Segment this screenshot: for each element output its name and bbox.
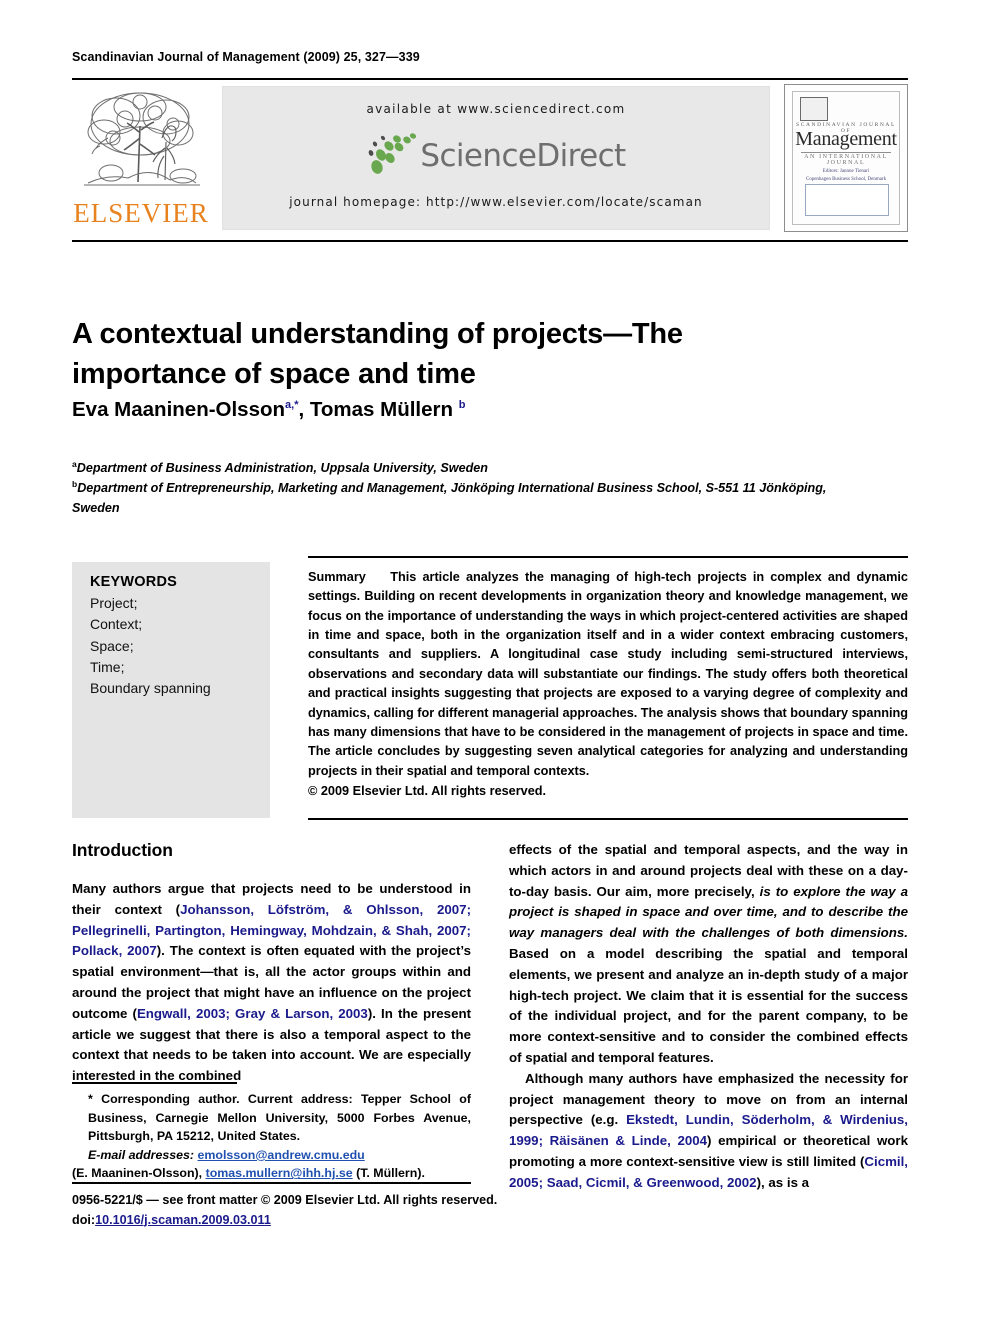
masthead-bottom-rule xyxy=(72,240,908,242)
sciencedirect-banner: available at www.sciencedirect.com Scien… xyxy=(222,86,770,230)
cover-rule xyxy=(801,152,891,153)
page-title: A contextual understanding of projects—T… xyxy=(72,318,683,390)
affiliation-text-a: Department of Business Administration, U… xyxy=(76,461,488,476)
keywords-box: KEYWORDS Project; Context; Space; Time; … xyxy=(72,562,270,818)
email-link-primary[interactable]: emolsson@andrew.cmu.edu xyxy=(198,1148,365,1162)
cover-editor-affiliation: Copenhagen Business School, Denmark xyxy=(805,176,887,182)
cover-editor-line: Editors: Jannne Tienari Copenhagen Busin… xyxy=(793,168,899,183)
section-heading-introduction: Introduction xyxy=(72,840,173,860)
abstract-bottom-rule xyxy=(308,818,908,820)
summary-label: Summary xyxy=(308,570,366,584)
doi-prefix: doi: xyxy=(72,1212,96,1227)
sciencedirect-logo: ScienceDirect xyxy=(223,133,769,183)
keyword-item: Context; xyxy=(90,616,143,633)
doi-line: doi:10.1016/j.scaman.2009.03.011 xyxy=(72,1211,512,1231)
email-addresses-label: E-mail addresses: xyxy=(88,1147,195,1162)
intro-paragraph-left: Many authors argue that projects need to… xyxy=(72,881,472,1084)
journal-homepage-text: journal homepage: http://www.elsevier.co… xyxy=(289,195,703,209)
email-addresses-line: E-mail addresses: emolsson@andrew.cmu.ed… xyxy=(72,1146,471,1165)
email-owner-2: (T. Müllern). xyxy=(356,1166,425,1181)
affiliation-a: aDepartment of Business Administration, … xyxy=(72,458,852,478)
author-list: Eva Maaninen-Olssona,*, Tomas Müllern b xyxy=(72,398,466,421)
footnote-block: * Corresponding author. Current address:… xyxy=(72,1090,471,1183)
footnote-rule xyxy=(72,1082,237,1084)
journal-cover-inner: SCANDINAVIAN JOURNAL OF Management AN IN… xyxy=(792,91,900,225)
cover-journal-name-large: Management xyxy=(795,128,897,150)
doi-link[interactable]: 10.1016/j.scaman.2009.03.011 xyxy=(95,1213,271,1227)
body-column-left: Introduction Many authors argue that pro… xyxy=(72,840,471,1087)
body-column-right: effects of the spatial and temporal aspe… xyxy=(509,840,908,1194)
masthead: ELSEVIER available at www.sciencedirect.… xyxy=(72,84,908,236)
imprint-rule xyxy=(72,1182,471,1184)
running-head: Scandinavian Journal of Management (2009… xyxy=(72,50,420,64)
keyword-item: Time; xyxy=(90,658,125,675)
email-owners-line: (E. Maaninen-Olsson), tomas.mullern@ihh.… xyxy=(72,1164,471,1183)
top-rule xyxy=(72,78,908,80)
copyright-line: © 2009 Elsevier Ltd. All rights reserved… xyxy=(308,783,547,798)
cover-elsevier-mark-icon xyxy=(800,97,828,121)
article-page: Scandinavian Journal of Management (2009… xyxy=(0,0,992,1323)
affiliation-b: bDepartment of Entrepreneurship, Marketi… xyxy=(72,478,852,517)
email-owner-1: (E. Maaninen-Olsson), xyxy=(72,1166,203,1181)
keyword-item: Boundary spanning xyxy=(90,680,211,697)
journal-cover-thumbnail: SCANDINAVIAN JOURNAL OF Management AN IN… xyxy=(784,84,908,232)
email-link-secondary[interactable]: tomas.mullern@ihh.hj.se xyxy=(206,1166,353,1180)
sciencedirect-leaves-icon xyxy=(366,133,420,175)
cover-image-placeholder xyxy=(805,184,889,216)
available-at-text: available at www.sciencedirect.com xyxy=(366,102,626,116)
imprint-block: 0956-5221/$ — see front matter © 2009 El… xyxy=(72,1191,512,1230)
cover-editor-name: Editors: Jannne Tienari xyxy=(822,169,870,174)
keyword-item: Space; xyxy=(90,637,134,654)
affiliation-list: aDepartment of Business Administration, … xyxy=(72,458,852,518)
elsevier-tree-icon xyxy=(84,92,200,186)
keywords-heading: KEYWORDS xyxy=(90,574,177,590)
affiliation-text-b: Department of Entrepreneurship, Marketin… xyxy=(72,481,827,515)
elsevier-wordmark: ELSEVIER xyxy=(73,198,209,228)
intro-paragraph-right-1: effects of the spatial and temporal aspe… xyxy=(509,842,908,1065)
issn-line: 0956-5221/$ — see front matter © 2009 El… xyxy=(72,1193,498,1207)
keyword-item: Project; xyxy=(90,595,138,611)
abstract: Summary This article analyzes the managi… xyxy=(308,568,908,801)
sciencedirect-wordmark: ScienceDirect xyxy=(420,138,626,174)
summary-text: This article analyzes the managing of hi… xyxy=(308,570,908,778)
intro-paragraph-right-2: Although many authors have emphasized th… xyxy=(509,1070,908,1190)
abstract-top-rule xyxy=(308,556,908,558)
corresponding-author-note: * Corresponding author. Current address:… xyxy=(88,1092,471,1144)
cover-journal-subtitle: AN INTERNATIONAL JOURNAL xyxy=(804,154,888,166)
keywords-list: Project; Context; Space; Time; Boundary … xyxy=(90,593,260,699)
elsevier-logo: ELSEVIER xyxy=(72,84,210,236)
